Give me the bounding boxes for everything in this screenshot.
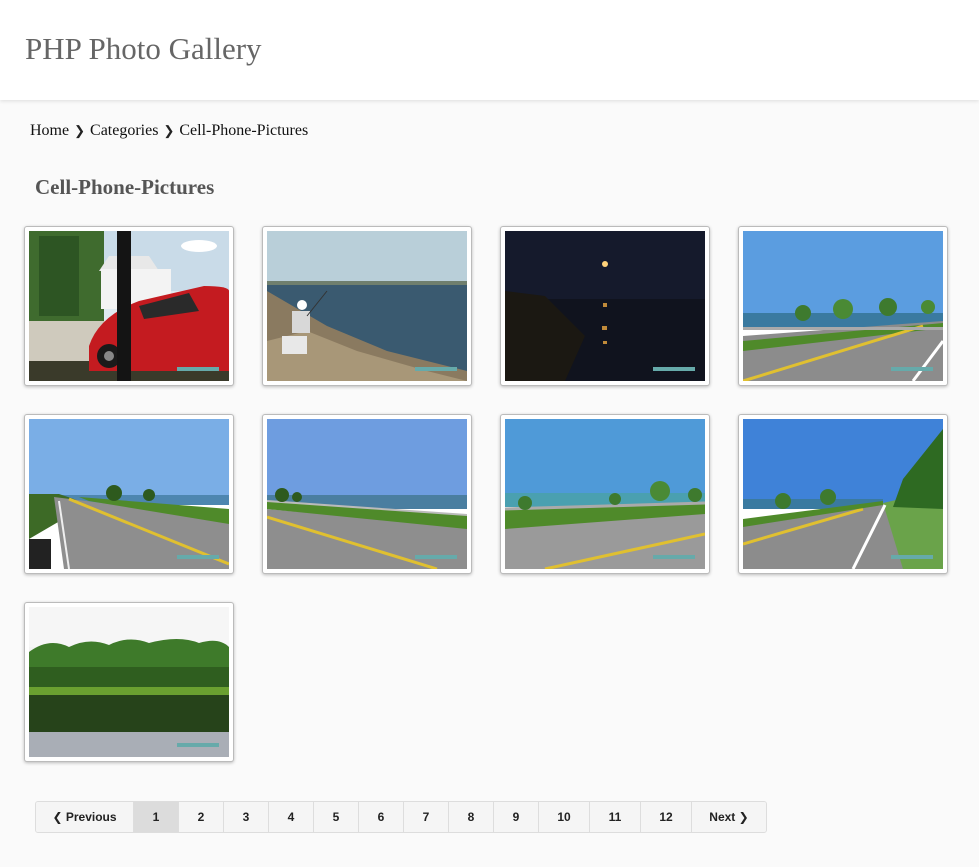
photo-thumbnail[interactable] <box>262 414 472 574</box>
page-button-7[interactable]: 7 <box>404 802 449 832</box>
breadcrumb-home-link[interactable]: Home <box>30 122 69 140</box>
next-page-button[interactable]: Next ❯ <box>692 802 766 832</box>
photo-thumbnail[interactable] <box>24 226 234 386</box>
breadcrumb-current: Cell-Phone-Pictures <box>179 122 309 139</box>
photo-red-car-house <box>29 231 229 381</box>
page-button-11[interactable]: 11 <box>590 802 641 832</box>
photo-fisherman-lake <box>267 231 467 381</box>
page-title: Cell-Phone-Pictures <box>35 175 215 199</box>
page-button-1[interactable]: 1 <box>134 802 179 832</box>
breadcrumb-separator-icon: ❯ <box>74 123 86 138</box>
page-button-9[interactable]: 9 <box>494 802 539 832</box>
page-button-3[interactable]: 3 <box>224 802 269 832</box>
site-title-link[interactable]: PHP Photo Gallery <box>25 31 262 67</box>
photo-thumbnail[interactable] <box>24 414 234 574</box>
photo-thumbnail[interactable] <box>500 226 710 386</box>
previous-page-button[interactable]: ❮ Previous <box>36 802 134 832</box>
pagination: ❮ Previous 1 2 3 4 5 6 7 8 9 10 11 12 Ne… <box>35 801 767 833</box>
breadcrumb-separator-icon: ❯ <box>163 123 175 138</box>
breadcrumb: Home ❯ Categories ❯ Cell-Phone-Pictures <box>30 122 308 140</box>
page-button-10[interactable]: 10 <box>539 802 590 832</box>
page-button-2[interactable]: 2 <box>179 802 224 832</box>
photo-thumbnail[interactable] <box>738 414 948 574</box>
breadcrumb-categories-link[interactable]: Categories <box>90 122 158 140</box>
photo-grid <box>24 226 954 766</box>
photo-lakeside-road <box>29 419 229 569</box>
page-button-6[interactable]: 6 <box>359 802 404 832</box>
page-button-4[interactable]: 4 <box>269 802 314 832</box>
photo-thumbnail[interactable] <box>24 602 234 762</box>
page-button-8[interactable]: 8 <box>449 802 494 832</box>
photo-moon-night-lake <box>505 231 705 381</box>
photo-thumbnail[interactable] <box>500 414 710 574</box>
photo-forest-reflection <box>29 607 229 757</box>
page-button-12[interactable]: 12 <box>641 802 692 832</box>
site-header: PHP Photo Gallery <box>0 0 979 100</box>
photo-thumbnail[interactable] <box>262 226 472 386</box>
photo-lakeside-road <box>267 419 467 569</box>
photo-thumbnail[interactable] <box>738 226 948 386</box>
photo-lakeside-road <box>743 419 943 569</box>
photo-lakeside-road <box>505 419 705 569</box>
page-button-5[interactable]: 5 <box>314 802 359 832</box>
photo-lakeside-road <box>743 231 943 381</box>
